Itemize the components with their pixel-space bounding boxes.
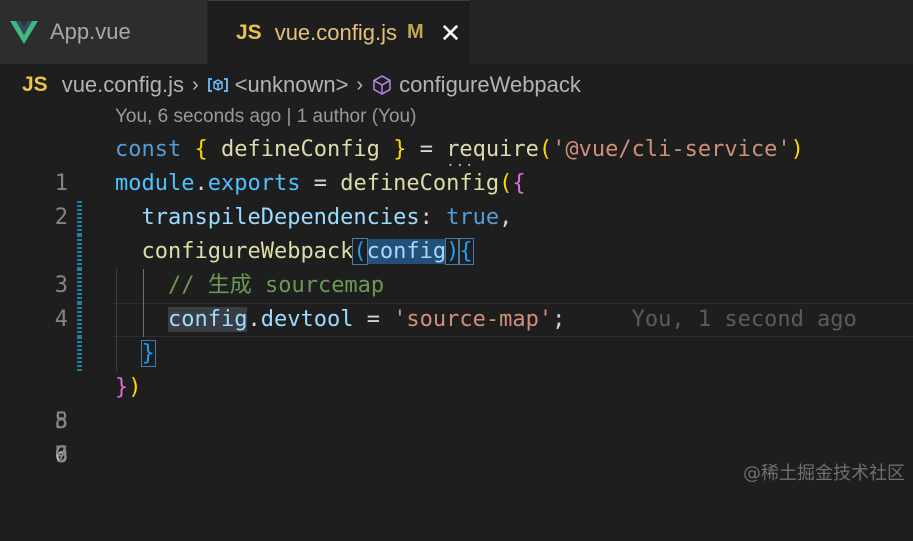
tab-label: vue.config.js — [274, 19, 397, 45]
code-line: 1 const { defineConfig } = require('@vue… — [0, 133, 913, 196]
git-modified-marker[interactable] — [77, 201, 82, 235]
code-content: }) — [115, 371, 142, 405]
git-modified-marker[interactable] — [77, 269, 82, 303]
token: true — [446, 205, 500, 230]
code-line: 4 configureWebpack(config){ — [0, 235, 913, 332]
token: } — [115, 375, 129, 400]
git-modified-marker[interactable] — [77, 303, 82, 337]
line-number: 9 — [54, 443, 68, 468]
js-icon: JS — [236, 20, 262, 44]
code-line: 3 transpileDependencies: true, — [0, 201, 913, 298]
token: ( — [352, 238, 368, 265]
breadcrumb-symbol-label: configureWebpack — [399, 72, 581, 97]
code-line: 9 — [0, 405, 913, 468]
breadcrumb-unknown-label: <unknown> — [234, 72, 349, 97]
token: ) — [790, 137, 804, 162]
breadcrumb-unknown[interactable]: <unknown> — [207, 72, 349, 98]
breadcrumb-symbol[interactable]: configureWebpack — [371, 72, 581, 98]
tab-vue-config-js[interactable]: JS vue.config.js M ✕ — [208, 0, 470, 64]
token: = — [313, 171, 327, 196]
token: transpileDependencies — [141, 205, 420, 230]
watermark: @稀土掘金技术社区 — [743, 463, 905, 484]
token: const — [115, 137, 182, 162]
git-modified-marker[interactable] — [77, 337, 82, 371]
token: module — [115, 171, 195, 196]
token: config — [366, 239, 447, 264]
token: ) — [128, 375, 142, 400]
token: defineConfig — [220, 137, 380, 162]
token: : — [419, 205, 433, 230]
tab-app-vue[interactable]: App.vue — [0, 0, 208, 64]
token: { — [194, 137, 208, 162]
chevron-right-icon: › — [191, 73, 199, 96]
token: ( — [499, 171, 513, 196]
code-line: 7 } — [0, 337, 913, 468]
token: = — [366, 307, 380, 332]
code-line: 8 }) — [0, 371, 913, 434]
token: . — [247, 307, 261, 332]
token: 'source-map' — [393, 307, 553, 332]
inline-git-blame[interactable]: You, 1 second ago — [632, 307, 857, 332]
token: config — [167, 307, 248, 332]
git-modified-marker[interactable] — [77, 235, 82, 269]
token: devtool — [260, 307, 354, 332]
code-content: module.exports = defineConfig({ — [115, 167, 526, 201]
js-icon: JS — [22, 73, 48, 96]
code-content: } — [115, 337, 156, 371]
token: ; — [552, 307, 566, 332]
token: ( — [538, 137, 553, 162]
code-line: 2 module.exports = defineConfig({ — [0, 167, 913, 230]
token: { — [512, 171, 526, 196]
token: } — [140, 340, 156, 367]
modified-indicator: M — [406, 21, 424, 43]
breadcrumb: JS vue.config.js › <unknown> › configure… — [0, 66, 913, 104]
git-blame-codelens[interactable]: You, 6 seconds ago | 1 author (You) — [115, 106, 416, 134]
token: . — [194, 171, 208, 196]
tab-bar: App.vue JS vue.config.js M ✕ — [0, 0, 913, 64]
close-icon[interactable]: ✕ — [440, 20, 462, 46]
variable-icon — [207, 77, 229, 93]
token: // 生成 sourcemap — [167, 273, 385, 298]
method-cube-icon — [371, 74, 393, 96]
chevron-right-icon: › — [356, 73, 364, 96]
token: { — [458, 238, 474, 265]
token: exports — [207, 171, 301, 196]
token: configureWebpack — [141, 239, 354, 264]
code-line: 5 // 生成 sourcemap — [0, 269, 913, 434]
breadcrumb-file[interactable]: vue.config.js — [62, 72, 184, 98]
code-content: // 生成 sourcemap — [115, 269, 384, 303]
vue-icon — [10, 20, 38, 44]
code-editor[interactable]: 1 const { defineConfig } = require('@vue… — [0, 133, 913, 468]
token: = — [419, 137, 433, 162]
token: '@vue/cli-service' — [552, 137, 791, 162]
code-content: configureWebpack(config){ — [115, 235, 474, 269]
token: } — [393, 137, 407, 162]
code-content: config.devtool = 'source-map'; You, 1 se… — [115, 303, 857, 337]
token: require — [446, 137, 539, 162]
tab-label: App.vue — [50, 19, 131, 44]
code-content: const { defineConfig } = require('@vue/c… — [115, 133, 804, 167]
code-line-current: 6 config.devtool = 'source-map'; You, 1 … — [0, 303, 913, 468]
code-content: transpileDependencies: true, — [115, 201, 513, 235]
token: , — [499, 205, 513, 230]
token: defineConfig — [340, 171, 500, 196]
token: ) — [445, 238, 461, 265]
